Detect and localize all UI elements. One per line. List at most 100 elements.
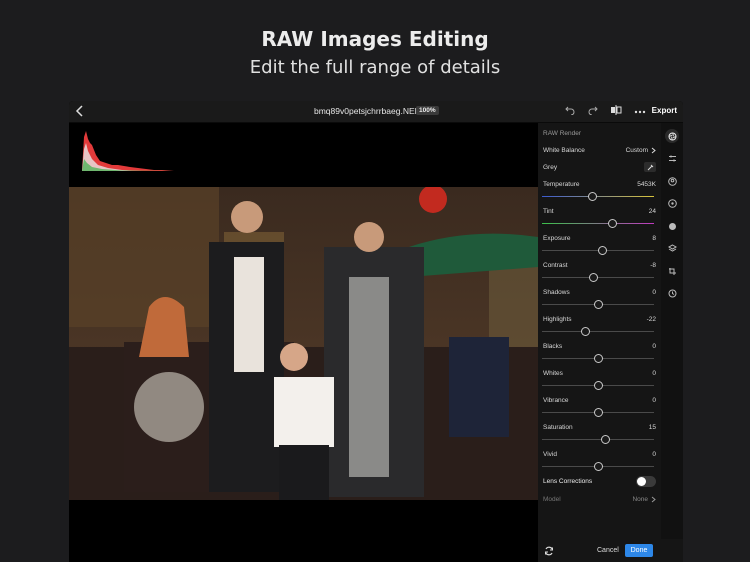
slider-label: Saturation bbox=[543, 424, 573, 431]
slider[interactable] bbox=[542, 219, 654, 228]
slider-label: Blacks bbox=[543, 343, 563, 350]
slider-thumb[interactable] bbox=[593, 354, 603, 363]
transform-icon bbox=[668, 267, 676, 275]
slider-label: Temperature bbox=[543, 181, 580, 188]
slider-track bbox=[542, 196, 654, 197]
slider-thumb[interactable] bbox=[587, 192, 597, 201]
done-button[interactable]: Done bbox=[625, 544, 653, 557]
chevron-right-icon bbox=[651, 147, 656, 154]
white-balance-label: White Balance bbox=[543, 147, 585, 154]
slider-label: Shadows bbox=[543, 289, 570, 296]
slider-track bbox=[542, 331, 654, 332]
color-wheel-icon bbox=[668, 222, 676, 230]
slider-value: -22 bbox=[646, 316, 656, 323]
history-icon bbox=[668, 289, 676, 297]
model-label: Model bbox=[543, 496, 561, 503]
image-canvas[interactable] bbox=[69, 123, 538, 562]
layers-tab[interactable] bbox=[665, 241, 679, 255]
grey-label: Grey bbox=[543, 164, 558, 171]
back-button[interactable] bbox=[75, 104, 89, 120]
slider[interactable] bbox=[542, 300, 654, 309]
lens-corrections-toggle[interactable] bbox=[636, 476, 656, 487]
slider-value: 5453K bbox=[637, 181, 656, 188]
eyedropper-icon bbox=[647, 164, 653, 170]
slider-thumb[interactable] bbox=[597, 246, 607, 255]
portrait-icon bbox=[667, 176, 677, 186]
slider-value: 15 bbox=[648, 424, 656, 431]
slider-value: 0 bbox=[652, 397, 656, 404]
slider-label: Tint bbox=[543, 208, 554, 215]
slider-thumb[interactable] bbox=[593, 381, 603, 390]
compare-button[interactable] bbox=[609, 105, 623, 119]
more-button[interactable] bbox=[633, 105, 647, 119]
reset-button[interactable] bbox=[543, 544, 555, 556]
slider-value: 0 bbox=[652, 370, 656, 377]
reset-icon bbox=[544, 546, 554, 556]
slider-value: 0 bbox=[652, 451, 656, 458]
app-window: bmq89v0petsjchrrbaeg.NEF 100% Export RAW… bbox=[69, 101, 683, 562]
slider-value: 0 bbox=[652, 343, 656, 350]
tool-rail bbox=[661, 123, 683, 562]
raw-render-tab[interactable] bbox=[665, 129, 679, 143]
history-tab[interactable] bbox=[665, 286, 679, 300]
photo-preview bbox=[69, 187, 538, 500]
portrait-tab[interactable] bbox=[665, 174, 679, 188]
eyedropper-button[interactable] bbox=[644, 162, 656, 172]
slider-label: Contrast bbox=[543, 262, 568, 269]
hero-title: RAW Images Editing bbox=[261, 27, 489, 51]
slider-thumb[interactable] bbox=[593, 300, 603, 309]
slider-thumb[interactable] bbox=[608, 219, 618, 228]
toggle-knob bbox=[637, 477, 646, 486]
undo-button[interactable] bbox=[563, 105, 577, 119]
slider[interactable] bbox=[542, 273, 654, 282]
chevron-right-icon bbox=[651, 496, 656, 503]
white-balance-value: Custom bbox=[625, 147, 648, 154]
slider-label: Exposure bbox=[543, 235, 571, 242]
slider-track bbox=[542, 223, 654, 224]
lens-tab[interactable] bbox=[665, 196, 679, 210]
redo-button[interactable] bbox=[586, 105, 600, 119]
hero-subtitle: Edit the full range of details bbox=[249, 57, 501, 78]
lens-icon bbox=[667, 198, 677, 208]
slider-label: Highlights bbox=[543, 316, 572, 323]
slider[interactable] bbox=[542, 327, 654, 336]
model-value: None bbox=[632, 496, 648, 503]
adjustments-panel: RAW Render White Balance Custom Grey Tem… bbox=[538, 123, 661, 562]
slider-label: Vibrance bbox=[543, 397, 569, 404]
more-icon bbox=[634, 110, 646, 114]
slider[interactable] bbox=[542, 435, 654, 444]
cancel-button[interactable]: Cancel bbox=[597, 547, 619, 554]
lens-corrections-label: Lens Corrections bbox=[543, 478, 593, 485]
panel-title: RAW Render bbox=[543, 130, 582, 137]
histogram bbox=[82, 129, 174, 171]
redo-icon bbox=[588, 106, 598, 116]
undo-icon bbox=[565, 106, 575, 116]
slider-label: Vivid bbox=[543, 451, 557, 458]
color-tab[interactable] bbox=[665, 219, 679, 233]
slider[interactable] bbox=[542, 462, 654, 471]
slider[interactable] bbox=[542, 381, 654, 390]
slider-thumb[interactable] bbox=[601, 435, 611, 444]
slider[interactable] bbox=[542, 246, 654, 255]
export-button[interactable]: Export bbox=[652, 106, 677, 115]
file-name: bmq89v0petsjchrrbaeg.NEF bbox=[314, 106, 420, 116]
slider[interactable] bbox=[542, 408, 654, 417]
adjust-tab[interactable] bbox=[665, 151, 679, 165]
slider[interactable] bbox=[542, 354, 654, 363]
transform-tab[interactable] bbox=[665, 264, 679, 278]
slider[interactable] bbox=[542, 192, 654, 201]
slider-track bbox=[542, 439, 654, 440]
zoom-badge[interactable]: 100% bbox=[416, 106, 439, 115]
chevron-left-icon bbox=[75, 105, 83, 117]
slider-thumb[interactable] bbox=[593, 462, 603, 471]
top-toolbar: bmq89v0petsjchrrbaeg.NEF 100% Export bbox=[69, 101, 683, 123]
slider-thumb[interactable] bbox=[589, 273, 599, 282]
slider-value: 24 bbox=[648, 208, 656, 215]
slider-label: Whites bbox=[543, 370, 563, 377]
slider-value: 0 bbox=[652, 289, 656, 296]
slider-thumb[interactable] bbox=[581, 327, 591, 336]
sliders-icon bbox=[668, 155, 676, 161]
slider-thumb[interactable] bbox=[593, 408, 603, 417]
bottom-action-bar: Cancel Done bbox=[538, 539, 683, 562]
compare-icon bbox=[611, 105, 622, 115]
